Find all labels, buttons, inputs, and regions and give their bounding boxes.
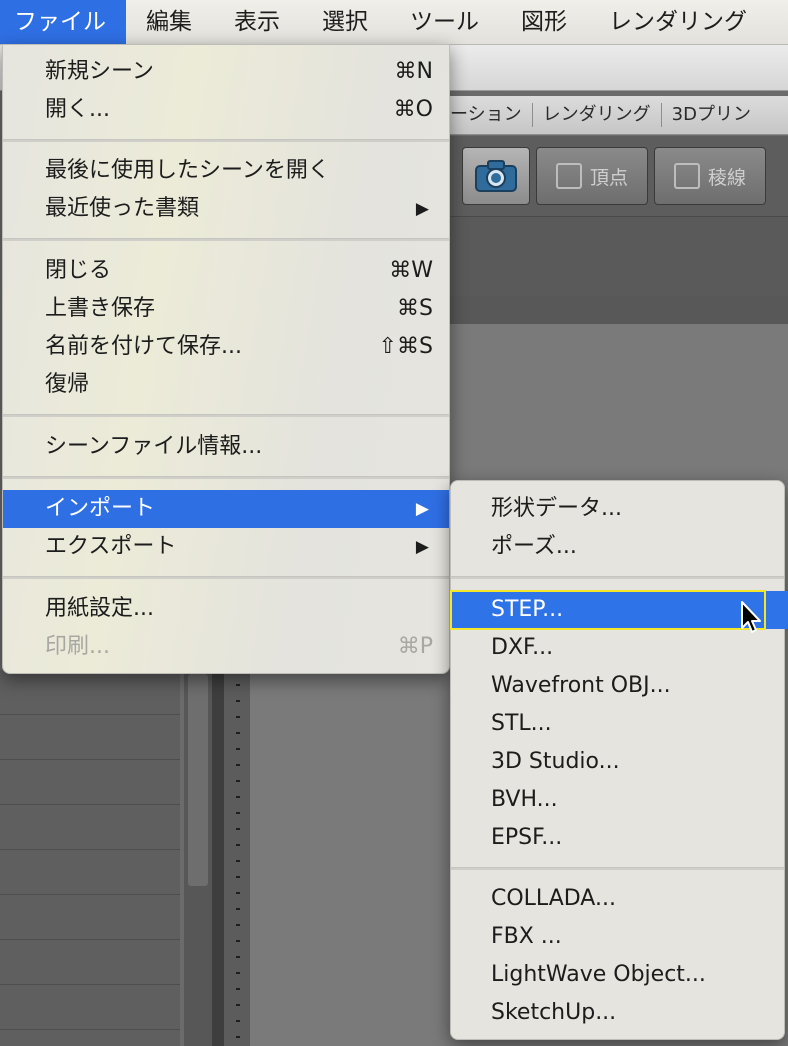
menu-item-page-setup[interactable]: 用紙設定... — [3, 590, 449, 628]
menu-item-epsf[interactable]: EPSF... — [451, 819, 784, 857]
menu-item-3d-studio[interactable]: 3D Studio... — [451, 743, 784, 781]
menu-item-sketchup[interactable]: SketchUp... — [451, 994, 784, 1032]
vertex-mode-label: 頂点 — [589, 166, 628, 189]
list-item[interactable] — [0, 670, 180, 715]
menu-item-pose[interactable]: ポーズ... — [451, 528, 784, 566]
ruler — [224, 670, 250, 1046]
menu-item-bvh[interactable]: BVH... — [451, 781, 784, 819]
menu-item-step[interactable]: STEP... — [451, 591, 788, 629]
menu-separator — [3, 576, 449, 579]
menu-item-import[interactable]: インポート ▶ — [3, 490, 449, 528]
menu-item-lightwave-object[interactable]: LightWave Object... — [451, 956, 784, 994]
vertex-mode-button[interactable]: 頂点 — [536, 147, 648, 205]
menu-edit[interactable]: 編集 — [126, 0, 214, 44]
list-item[interactable] — [0, 805, 180, 850]
list-item[interactable] — [0, 760, 180, 805]
menu-separator — [3, 139, 449, 142]
toolbar: 頂点 稜線 — [440, 136, 788, 216]
menu-shape[interactable]: 図形 — [501, 0, 589, 44]
menu-item-export[interactable]: エクスポート ▶ — [3, 528, 449, 566]
list-item[interactable] — [0, 895, 180, 940]
cube-icon — [673, 163, 700, 189]
menu-item-fbx[interactable]: FBX ... — [451, 918, 784, 956]
menu-item-dxf[interactable]: DXF... — [451, 629, 784, 667]
menu-separator — [451, 867, 784, 870]
menu-item-print: 印刷... ⌘P — [3, 628, 449, 666]
splitter[interactable] — [212, 670, 224, 1046]
tab-animation[interactable]: ーション — [440, 103, 533, 127]
camera-button[interactable] — [462, 147, 530, 205]
import-submenu: 形状データ... ポーズ... STEP... DXF... Wavefront… — [450, 480, 788, 1040]
cube-icon — [555, 163, 582, 189]
camera-icon — [475, 160, 517, 192]
file-menu: 新規シーン ⌘N 開く... ⌘O 最後に使用したシーンを開く 最近使った書類 … — [2, 44, 450, 674]
menu-item-revert[interactable]: 復帰 — [3, 366, 449, 404]
menu-select[interactable]: 選択 — [302, 0, 390, 44]
menu-item-collada[interactable]: COLLADA... — [451, 880, 784, 918]
menu-item-stl[interactable]: STL... — [451, 705, 784, 743]
submenu-arrow-icon: ▶ — [415, 499, 429, 519]
shortcut-label: ⇧⌘S — [378, 334, 433, 359]
sub-toolbar — [440, 216, 788, 297]
menu-separator — [3, 476, 449, 479]
list-item[interactable] — [0, 985, 180, 1030]
menu-view[interactable]: 表示 — [214, 0, 302, 44]
list-item[interactable] — [0, 850, 180, 895]
menu-file[interactable]: ファイル — [0, 0, 126, 44]
menu-separator — [451, 576, 784, 579]
tab-rendering[interactable]: レンダリング — [533, 103, 662, 127]
shortcut-label: ⌘P — [397, 634, 433, 659]
menu-item-wavefront-obj[interactable]: Wavefront OBJ... — [451, 667, 784, 705]
shortcut-label: ⌘N — [394, 59, 433, 84]
shortcut-label: ⌘W — [389, 258, 433, 283]
menu-item-recent-documents[interactable]: 最近使った書類 ▶ — [3, 190, 449, 228]
submenu-arrow-icon: ▶ — [415, 199, 429, 219]
scrollbar[interactable] — [184, 670, 212, 1046]
workspace-tabs: ーション レンダリング 3Dプリン — [440, 96, 788, 135]
scrollbar-thumb[interactable] — [188, 674, 208, 886]
menu-item-save-as[interactable]: 名前を付けて保存... ⇧⌘S — [3, 328, 449, 366]
menu-item-new-scene[interactable]: 新規シーン ⌘N — [3, 53, 449, 91]
menu-item-open-last-scene[interactable]: 最後に使用したシーンを開く — [3, 152, 449, 190]
menu-item-close[interactable]: 閉じる ⌘W — [3, 252, 449, 290]
menu-item-scene-file-info[interactable]: シーンファイル情報... — [3, 428, 449, 466]
edge-mode-button[interactable]: 稜線 — [654, 147, 766, 205]
shortcut-label: ⌘S — [397, 296, 433, 321]
menu-rendering[interactable]: レンダリング — [589, 0, 769, 44]
panel-header — [440, 296, 788, 325]
list-item[interactable] — [0, 940, 180, 985]
menu-bar: ファイル 編集 表示 選択 ツール 図形 レンダリング — [0, 0, 788, 45]
tab-3d-print[interactable]: 3Dプリン — [662, 103, 761, 127]
menu-item-save[interactable]: 上書き保存 ⌘S — [3, 290, 449, 328]
menu-item-shape-data[interactable]: 形状データ... — [451, 490, 784, 528]
menu-separator — [3, 414, 449, 417]
browser-list — [0, 670, 180, 1046]
mouse-pointer-icon — [741, 601, 761, 633]
menu-item-open[interactable]: 開く... ⌘O — [3, 91, 449, 129]
menu-separator — [3, 238, 449, 241]
submenu-arrow-icon: ▶ — [415, 537, 429, 557]
menu-tools[interactable]: ツール — [390, 0, 501, 44]
edge-mode-label: 稜線 — [707, 166, 746, 189]
list-item[interactable] — [0, 715, 180, 760]
shortcut-label: ⌘O — [393, 97, 433, 122]
